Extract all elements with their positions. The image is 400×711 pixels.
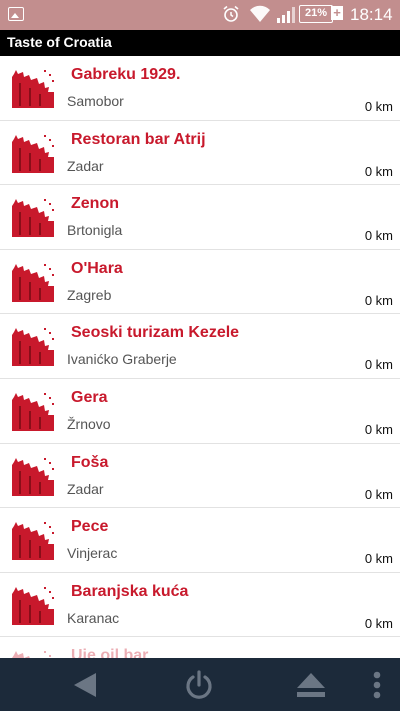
restaurant-name: Seoski turizam Kezele xyxy=(71,324,240,342)
list-item[interactable]: Baranjska kuća Karanac 0 km xyxy=(0,573,400,638)
restaurant-distance: 0 km xyxy=(364,228,393,244)
restaurant-name: Foša xyxy=(71,453,109,471)
more-vert-icon xyxy=(373,671,381,699)
alarm-icon xyxy=(223,5,239,22)
restaurant-name: Gabreku 1929. xyxy=(71,66,181,83)
restaurant-distance: 0 km xyxy=(364,615,393,631)
eject-icon xyxy=(297,673,325,697)
restaurant-logo-icon xyxy=(11,585,55,627)
app-title: Taste of Croatia xyxy=(7,34,112,50)
battery-indicator: 21% xyxy=(299,5,333,23)
restaurant-name: Gera xyxy=(71,388,108,406)
restaurant-logo-icon xyxy=(11,456,55,498)
restaurant-name: Restoran bar Atrij xyxy=(71,130,206,148)
restaurant-name: Zenon xyxy=(71,195,119,213)
list-item[interactable]: Gera Žrnovo 0 km xyxy=(0,379,400,444)
charging-icon: + xyxy=(331,6,343,20)
list-item[interactable]: Seoski turizam Kezele Ivanićko Graberje … xyxy=(0,314,400,379)
restaurant-name: Uje oil bar xyxy=(71,647,149,658)
list-item[interactable]: Gabreku 1929. Samobor 0 km xyxy=(0,56,400,121)
restaurant-distance: 0 km xyxy=(364,292,393,308)
back-button[interactable] xyxy=(70,670,100,700)
restaurant-name: Pece xyxy=(71,518,109,536)
restaurant-city: Vinjerac xyxy=(67,545,118,562)
eject-button[interactable] xyxy=(296,670,326,700)
restaurant-distance: 0 km xyxy=(364,551,393,567)
restaurant-distance: 0 km xyxy=(364,421,393,437)
status-bar: 21% + 18:14 xyxy=(0,0,400,30)
list-item[interactable]: O'Hara Zagreb 0 km xyxy=(0,250,400,315)
restaurant-distance: 0 km xyxy=(364,486,393,502)
status-time: 18:14 xyxy=(350,5,393,24)
restaurant-city: Samobor xyxy=(67,93,124,109)
restaurant-list[interactable]: Gabreku 1929. Samobor 0 km Restoran bar … xyxy=(0,56,400,658)
more-options-button[interactable] xyxy=(362,670,392,700)
restaurant-logo-icon xyxy=(11,133,55,175)
image-notification-icon xyxy=(8,7,24,21)
navigation-bar xyxy=(0,658,400,711)
power-icon xyxy=(186,670,212,699)
list-item[interactable]: Restoran bar Atrij Zadar 0 km xyxy=(0,121,400,186)
restaurant-city: Zadar xyxy=(67,157,104,174)
restaurant-logo-icon xyxy=(11,262,55,304)
power-button[interactable] xyxy=(184,670,214,700)
restaurant-city: Brtonigla xyxy=(67,222,123,239)
restaurant-city: Žrnovo xyxy=(67,415,111,432)
restaurant-city: Ivanićko Graberje xyxy=(67,351,177,368)
action-bar: Taste of Croatia xyxy=(0,30,400,56)
wifi-icon xyxy=(250,5,270,22)
restaurant-city: Zagreb xyxy=(67,286,112,303)
restaurant-city: Zadar xyxy=(67,480,104,497)
restaurant-logo-icon xyxy=(11,391,55,433)
restaurant-city: Karanac xyxy=(67,609,120,626)
back-icon xyxy=(74,673,96,697)
restaurant-logo-icon xyxy=(11,520,55,562)
restaurant-name: Baranjska kuća xyxy=(71,582,189,600)
list-item[interactable]: Uje oil bar xyxy=(0,637,400,658)
signal-icon xyxy=(277,7,295,23)
list-item[interactable]: Foša Zadar 0 km xyxy=(0,444,400,509)
restaurant-logo-icon xyxy=(11,649,55,658)
restaurant-distance: 0 km xyxy=(364,357,393,373)
restaurant-logo-icon xyxy=(11,326,55,368)
restaurant-distance: 0 km xyxy=(364,99,393,114)
restaurant-distance: 0 km xyxy=(364,163,393,179)
restaurant-logo-icon xyxy=(11,197,55,239)
restaurant-name: O'Hara xyxy=(71,259,123,277)
restaurant-logo-icon xyxy=(11,68,55,110)
list-item[interactable]: Pece Vinjerac 0 km xyxy=(0,508,400,573)
list-item[interactable]: Zenon Brtonigla 0 km xyxy=(0,185,400,250)
